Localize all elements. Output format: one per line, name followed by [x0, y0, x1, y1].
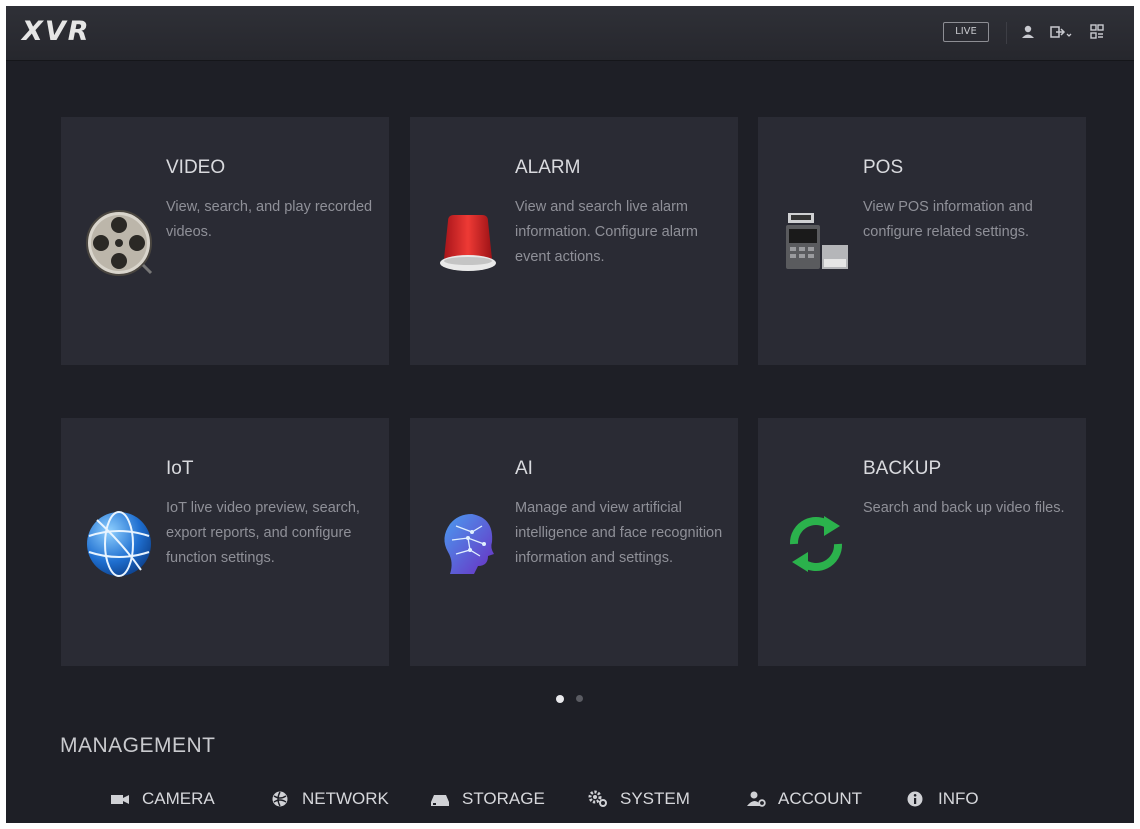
- film-reel-icon: [86, 210, 153, 276]
- pos-terminal-icon: [786, 213, 848, 269]
- pos-description: View POS information and configure relat…: [863, 199, 1033, 240]
- alarm-card[interactable]: ALARM View and search live alarm informa…: [410, 117, 738, 365]
- ai-head-icon: [444, 514, 494, 574]
- ai-card[interactable]: AI Manage and view artificial intelligen…: [410, 418, 738, 666]
- pos-card[interactable]: POS View POS information and configure r…: [758, 117, 1086, 365]
- system-gears-icon: [588, 790, 607, 807]
- storage-menu-item[interactable]: STORAGE: [430, 786, 545, 812]
- user-icon[interactable]: [1019, 22, 1037, 42]
- video-title: VIDEO: [166, 157, 226, 178]
- globe-icon: [87, 511, 151, 577]
- account-menu-item[interactable]: ACCOUNT: [746, 786, 862, 812]
- main-menu-window: XVR LIVE VIDEO View, search, and play re…: [6, 6, 1134, 823]
- camera-menu-item[interactable]: CAMERA: [110, 786, 215, 812]
- logout-icon[interactable]: [1049, 22, 1073, 42]
- ai-title: AI: [515, 458, 533, 479]
- alarm-description: View and search live alarm information. …: [515, 199, 698, 265]
- account-icon: [747, 791, 766, 807]
- page-dot-1[interactable]: [556, 695, 564, 703]
- camera-icon: [111, 795, 129, 804]
- alarm-beacon-icon: [440, 215, 496, 271]
- backup-title: BACKUP: [863, 458, 942, 479]
- alarm-title: ALARM: [515, 157, 581, 178]
- system-menu-item[interactable]: SYSTEM: [588, 786, 690, 812]
- system-label: SYSTEM: [620, 789, 690, 808]
- video-description: View, search, and play recorded videos.: [166, 199, 373, 240]
- page-dot-2[interactable]: [576, 695, 583, 702]
- info-icon: [907, 791, 923, 807]
- management-heading: MANAGEMENT: [60, 734, 216, 757]
- storage-icon: [431, 795, 449, 806]
- settings-grid-icon[interactable]: [1088, 22, 1106, 42]
- camera-label: CAMERA: [142, 789, 215, 808]
- iot-title: IoT: [166, 458, 194, 479]
- info-menu-item[interactable]: INFO: [906, 786, 979, 812]
- ai-description: Manage and view artificial intelligence …: [515, 500, 723, 566]
- storage-label: STORAGE: [462, 789, 545, 808]
- network-label: NETWORK: [302, 789, 389, 808]
- network-icon: [272, 791, 288, 807]
- backup-card[interactable]: BACKUP Search and back up video files.: [758, 418, 1086, 666]
- info-label: INFO: [938, 789, 979, 808]
- account-label: ACCOUNT: [778, 789, 863, 808]
- network-menu-item[interactable]: NETWORK: [270, 786, 389, 812]
- live-button[interactable]: LIVE: [943, 22, 989, 42]
- iot-card[interactable]: IoT IoT live video preview, search, expo…: [61, 418, 389, 666]
- top-bar: XVR LIVE: [6, 6, 1134, 61]
- toolbar-divider: [1006, 22, 1007, 44]
- backup-description: Search and back up video files.: [863, 500, 1065, 516]
- video-card[interactable]: VIDEO View, search, and play recorded vi…: [61, 117, 389, 365]
- iot-description: IoT live video preview, search, export r…: [166, 500, 360, 566]
- backup-sync-icon: [790, 516, 842, 572]
- pos-title: POS: [863, 157, 904, 178]
- xvr-logo: XVR: [22, 16, 91, 47]
